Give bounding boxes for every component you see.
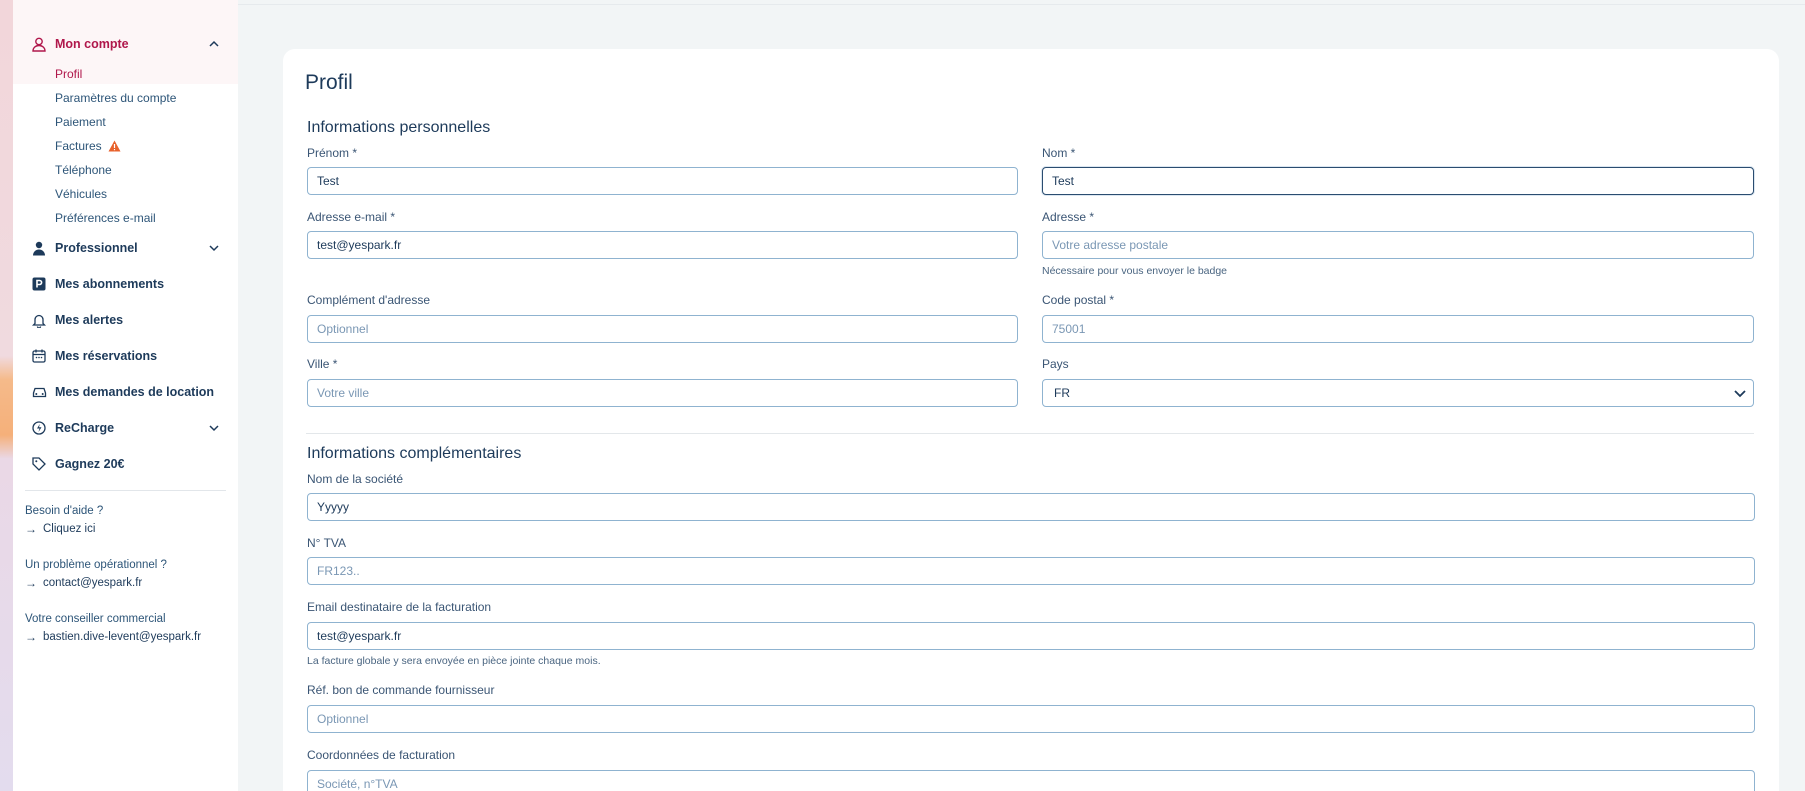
calendar-icon — [31, 348, 47, 364]
sidebar: Mon compte Profil Paramètres du compte P… — [13, 0, 238, 791]
advisor-block: Votre conseiller commercial → bastien.div… — [25, 613, 225, 644]
arrow-right-icon: → — [25, 522, 37, 536]
parking-icon — [31, 276, 47, 292]
sidebar-item-label: Professionnel — [55, 241, 138, 255]
chevron-up-icon[interactable] — [207, 37, 221, 51]
top-bar — [238, 0, 1805, 5]
address-input[interactable] — [1042, 231, 1754, 259]
help-block: Besoin d'aide ? → Cliquez ici — [25, 505, 225, 536]
chevron-down-icon — [1734, 390, 1746, 398]
submenu-item-factures[interactable]: Factures — [55, 134, 221, 158]
country-select[interactable]: FR — [1042, 379, 1754, 407]
tag-icon — [31, 456, 47, 472]
sidebar-item-abonnements[interactable]: Mes abonnements — [31, 266, 221, 302]
lightning-icon — [31, 420, 47, 436]
profile-card: Profil Informations personnelles Prénom … — [283, 49, 1779, 791]
section-title-extra: Informations complémentaires — [307, 445, 522, 462]
email-label: Adresse e-mail * — [307, 210, 396, 224]
country-label: Pays — [1042, 357, 1069, 371]
address2-input[interactable] — [307, 315, 1018, 343]
sidebar-item-demandes-location[interactable]: Mes demandes de location — [31, 374, 221, 410]
car-icon — [31, 384, 47, 400]
country-value: FR — [1054, 386, 1070, 400]
bell-icon — [31, 312, 47, 328]
sidebar-item-reservations[interactable]: Mes réservations — [31, 338, 221, 374]
ops-label: Un problème opérationnel ? — [25, 559, 167, 571]
city-label: Ville * — [307, 357, 338, 371]
firstname-input[interactable] — [307, 167, 1018, 195]
billing-email-hint: La facture globale y sera envoyée en piè… — [307, 655, 601, 667]
submenu-item-label: Factures — [55, 139, 102, 153]
submenu-item-parametres[interactable]: Paramètres du compte — [55, 86, 221, 110]
submenu-item-preferences-email[interactable]: Préférences e-mail — [55, 206, 221, 230]
help-link-text: Cliquez ici — [43, 523, 96, 535]
account-submenu: Profil Paramètres du compte Paiement Fac… — [31, 62, 221, 230]
submenu-item-telephone[interactable]: Téléphone — [55, 158, 221, 182]
advisor-label: Votre conseiller commercial — [25, 613, 166, 625]
sidebar-item-label: Mes réservations — [55, 349, 158, 363]
sidebar-item-gagnez[interactable]: Gagnez 20€ — [31, 446, 221, 482]
sidebar-divider — [25, 490, 226, 491]
lastname-label: Nom * — [1042, 146, 1076, 160]
advisor-link-text: bastien.dive-levent@yespark.fr — [43, 631, 202, 643]
city-input[interactable] — [307, 379, 1018, 407]
zip-input[interactable] — [1042, 315, 1754, 343]
sidebar-item-professionnel[interactable]: Professionnel — [31, 230, 221, 266]
company-label: Nom de la société — [307, 472, 404, 486]
lastname-input[interactable] — [1042, 167, 1754, 195]
address2-label: Complément d'adresse — [307, 293, 431, 307]
sidebar-nav: Mon compte Profil Paramètres du compte P… — [31, 26, 221, 482]
address-label: Adresse * — [1042, 210, 1095, 224]
billing-coords-label: Coordonnées de facturation — [307, 748, 456, 762]
sidebar-item-label: Mes demandes de location — [55, 385, 215, 399]
po-label: Réf. bon de commande fournisseur — [307, 683, 495, 697]
submenu-item-vehicules[interactable]: Véhicules — [55, 182, 221, 206]
sidebar-item-alertes[interactable]: Mes alertes — [31, 302, 221, 338]
sidebar-item-recharge[interactable]: ReCharge — [31, 410, 221, 446]
sidebar-item-mon-compte[interactable]: Mon compte — [31, 26, 221, 62]
arrow-right-icon: → — [25, 576, 37, 590]
section-title-personal: Informations personnelles — [307, 119, 491, 136]
sidebar-item-label: Mon compte — [55, 37, 129, 51]
submenu-item-profil[interactable]: Profil — [55, 62, 221, 86]
section-divider — [306, 433, 1754, 434]
chevron-down-icon[interactable] — [207, 421, 221, 435]
briefcase-user-icon — [31, 240, 47, 256]
billing-email-input[interactable] — [307, 622, 1755, 650]
user-icon — [31, 36, 47, 52]
help-label: Besoin d'aide ? — [25, 505, 104, 517]
advisor-link[interactable]: → bastien.dive-levent@yespark.fr — [25, 630, 225, 644]
help-link[interactable]: → Cliquez ici — [25, 522, 225, 536]
ops-link-text: contact@yespark.fr — [43, 577, 143, 589]
page-title: Profil — [305, 71, 353, 94]
decorative-strip — [0, 0, 13, 791]
submenu-item-paiement[interactable]: Paiement — [55, 110, 221, 134]
billing-coords-input[interactable] — [307, 770, 1755, 791]
email-input[interactable] — [307, 231, 1018, 259]
zip-label: Code postal * — [1042, 293, 1115, 307]
vat-input[interactable] — [307, 557, 1755, 585]
sidebar-item-label: ReCharge — [55, 421, 115, 435]
vat-label: N° TVA — [307, 536, 347, 550]
arrow-right-icon: → — [25, 630, 37, 644]
address-hint: Nécessaire pour vous envoyer le badge — [1042, 265, 1228, 277]
sidebar-item-label: Mes abonnements — [55, 277, 165, 291]
firstname-label: Prénom * — [307, 146, 358, 160]
warning-icon — [108, 140, 121, 152]
ops-link[interactable]: → contact@yespark.fr — [25, 576, 225, 590]
po-input[interactable] — [307, 705, 1755, 733]
ops-block: Un problème opérationnel ? → contact@yesp… — [25, 559, 225, 590]
billing-email-label: Email destinataire de la facturation — [307, 600, 492, 614]
chevron-down-icon[interactable] — [207, 241, 221, 255]
company-input[interactable] — [307, 493, 1755, 521]
sidebar-item-label: Mes alertes — [55, 313, 124, 327]
sidebar-item-label: Gagnez 20€ — [55, 457, 125, 471]
